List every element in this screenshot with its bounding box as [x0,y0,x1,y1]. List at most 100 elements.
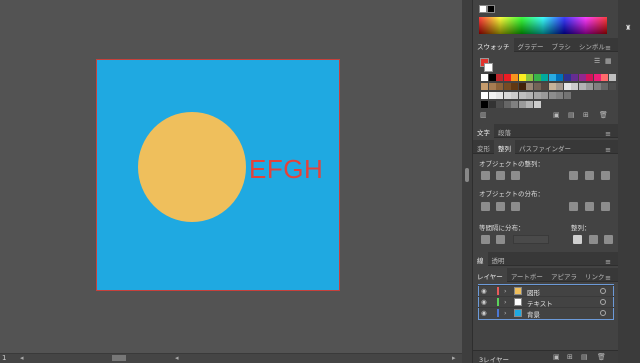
color-swatch[interactable] [556,74,563,81]
distribute-bottom-icon[interactable] [511,202,520,211]
prev-artboard-icon[interactable]: ◂ [20,354,24,362]
color-swatch[interactable] [496,92,503,99]
palette-icon[interactable]: ♜ [625,24,631,32]
swatch-library-icon[interactable]: ▥ [480,111,487,119]
color-swatch[interactable] [481,83,488,90]
layer-row[interactable]: ◉ › 図形 [478,285,614,297]
color-swatch[interactable] [511,83,518,90]
color-swatch[interactable] [533,83,541,90]
panel-menu-icon[interactable]: ≡ [601,41,615,55]
color-swatch[interactable] [518,92,526,99]
color-swatch[interactable] [503,74,511,81]
trash-icon[interactable]: 🗑 [597,353,606,361]
visibility-eye-icon[interactable]: ◉ [481,298,487,306]
tab-pathfinder[interactable]: パスファインダー [515,140,575,154]
layer-row[interactable]: ◉ › 背景 [478,307,614,319]
color-swatch[interactable] [496,83,503,90]
tab-gradient[interactable]: グラデー [514,38,548,52]
tab-transparency[interactable]: 透明 [488,252,509,266]
color-swatch[interactable] [488,92,496,99]
color-swatch[interactable] [541,83,548,90]
color-swatch[interactable] [488,74,496,81]
scroll-thumb[interactable] [465,168,469,182]
color-swatch[interactable] [556,92,563,99]
color-swatch[interactable] [511,74,518,81]
color-swatch[interactable] [563,83,571,90]
visibility-eye-icon[interactable]: ◉ [481,309,487,317]
align-right-icon[interactable] [511,171,520,180]
panel-menu-icon[interactable]: ≡ [601,271,615,285]
color-swatch[interactable] [593,83,601,90]
color-swatch[interactable] [526,101,533,108]
artboard-selector[interactable] [112,355,126,361]
color-swatch[interactable] [503,83,511,90]
tab-character[interactable]: 文字 [473,124,494,138]
tab-paragraph[interactable]: 段落 [494,124,515,138]
folder-icon[interactable]: ▤ [568,111,575,119]
color-swatch[interactable] [541,74,548,81]
distribute-right-icon[interactable] [601,202,610,211]
color-swatch[interactable] [481,74,488,81]
distribute-hcenter-icon[interactable] [585,202,594,211]
panel-menu-icon[interactable]: ≡ [601,143,615,157]
color-swatch[interactable] [518,101,526,108]
canvas-area[interactable]: EFGH [0,0,462,353]
color-swatch[interactable] [518,74,526,81]
color-swatch[interactable] [526,74,533,81]
align-vcenter-icon[interactable] [585,171,594,180]
align-top-icon[interactable] [569,171,578,180]
tab-brush[interactable]: ブラシ [548,38,575,52]
align-bottom-icon[interactable] [601,171,610,180]
scroll-right-icon[interactable]: ▸ [452,354,456,362]
distribute-vcenter-icon[interactable] [496,202,505,211]
align-to-selection-icon[interactable] [573,235,582,244]
panel-menu-icon[interactable]: ≡ [601,127,615,141]
expand-arrow-icon[interactable]: › [504,287,507,295]
color-swatch[interactable] [548,92,556,99]
color-swatch[interactable] [586,83,593,90]
color-swatch[interactable] [608,74,616,81]
visibility-eye-icon[interactable]: ◉ [481,287,487,295]
list-view-icon[interactable]: ☰ [594,57,600,65]
scroll-left-icon[interactable]: ◂ [175,354,179,362]
color-swatch[interactable] [518,83,526,90]
color-swatch[interactable] [548,74,556,81]
color-swatch[interactable] [503,92,511,99]
expand-arrow-icon[interactable]: › [504,309,507,317]
color-swatch[interactable] [541,92,548,99]
align-to-artboard-icon[interactable] [604,235,613,244]
fill-white-swatch[interactable] [479,5,487,13]
color-swatch[interactable] [601,83,608,90]
color-swatch[interactable] [533,101,541,108]
color-swatch[interactable] [548,83,556,90]
grid-view-icon[interactable]: ▦ [605,57,612,65]
target-circle-icon[interactable] [600,288,606,294]
color-swatch[interactable] [496,101,503,108]
color-swatch[interactable] [488,83,496,90]
distribute-spacing-v-icon[interactable] [481,235,490,244]
target-circle-icon[interactable] [600,310,606,316]
color-swatch[interactable] [563,92,571,99]
zoom-level[interactable]: 1 [2,354,6,362]
color-swatch[interactable] [593,74,601,81]
new-sublayer-icon[interactable]: ⊞ [567,353,573,361]
color-swatch[interactable] [571,74,578,81]
artboard[interactable]: EFGH [96,59,340,291]
tab-swatches[interactable]: スウォッチ [473,38,514,52]
color-swatch[interactable] [556,83,563,90]
color-swatch[interactable] [571,83,578,90]
distribute-top-icon[interactable] [481,202,490,211]
color-swatch[interactable] [608,83,616,90]
trash-icon[interactable]: 🗑 [599,111,608,119]
make-clipping-mask-icon[interactable]: ▣ [553,353,560,361]
tab-transform[interactable]: 変形 [473,140,494,154]
new-layer-icon[interactable]: ▤ [581,353,588,361]
align-hcenter-icon[interactable] [496,171,505,180]
new-color-group-icon[interactable]: ▣ [553,111,560,119]
yellow-circle-shape[interactable] [138,112,246,222]
color-swatch[interactable] [586,74,593,81]
color-swatch[interactable] [526,83,533,90]
expand-arrow-icon[interactable]: › [504,298,507,306]
color-swatch[interactable] [503,101,511,108]
color-swatch[interactable] [533,92,541,99]
